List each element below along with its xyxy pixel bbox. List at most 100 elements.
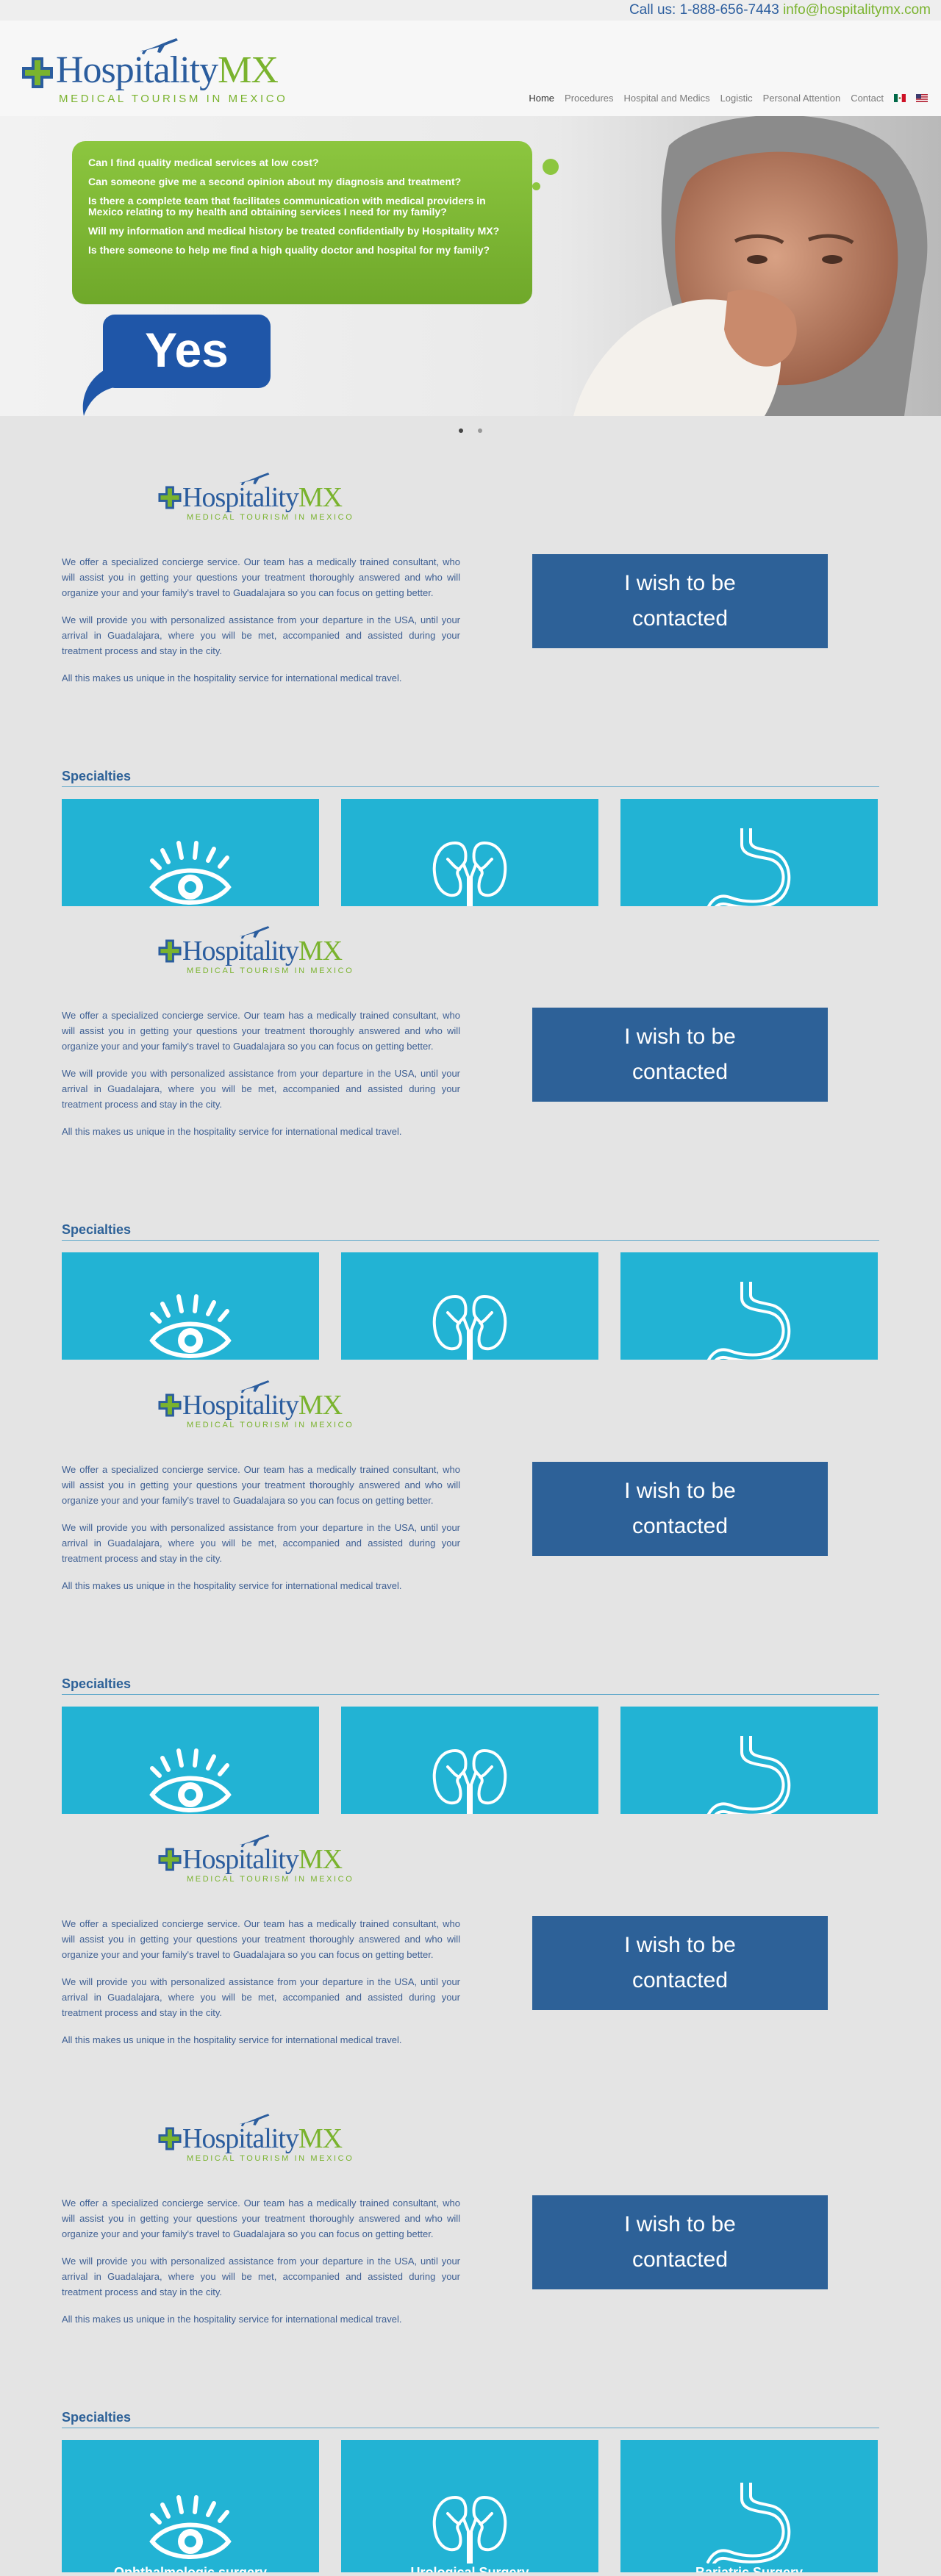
logo-tagline: MEDICAL TOURISM IN MEXICO	[187, 966, 354, 975]
main-nav: Home Procedures Hospital and Medics Logi…	[529, 93, 928, 104]
specialty-tile[interactable]: Bariatric Surgery	[620, 2440, 878, 2572]
logo-tagline: MEDICAL TOURISM IN MEXICO	[187, 513, 354, 522]
logo-wordmark: HospitalityMX	[182, 482, 343, 513]
specialties-title: Specialties	[62, 1676, 132, 1691]
intro-paragraph: All this makes us unique in the hospital…	[62, 1580, 402, 1591]
specialty-tile[interactable]	[620, 1707, 878, 1814]
cta-line: contacted	[631, 606, 729, 631]
intro-text: We offer a specialized concierge service…	[62, 2195, 460, 2339]
nav-hospital-medics[interactable]: Hospital and Medics	[624, 93, 710, 104]
logo-name: Hospitality	[182, 936, 299, 966]
logo-suffix: MX	[298, 2123, 343, 2154]
logo-suffix: MX	[298, 482, 343, 513]
contact-request-button[interactable]: I wish to be contacted	[532, 554, 828, 648]
eye-icon	[149, 2495, 232, 2559]
site-logo[interactable]: HospitalityMX MEDICAL TOURISM IN MEXICO	[21, 31, 293, 112]
mexico-flag-icon[interactable]	[894, 94, 906, 102]
cta-line: contacted	[631, 1968, 729, 1992]
cta-line: I wish to be	[624, 1933, 736, 1957]
medical-cross-icon	[158, 486, 182, 509]
questions-bubble: Can I find quality medical services at l…	[72, 141, 532, 304]
kidney-icon	[432, 1748, 507, 1814]
specialty-tile[interactable]	[341, 1707, 598, 1814]
intro-paragraph: We will provide you with personalized as…	[62, 2256, 460, 2297]
hero-question: Is there a complete team that facilitate…	[88, 195, 486, 218]
eye-icon	[149, 1748, 232, 1812]
intro-text: We offer a specialized concierge service…	[62, 1916, 460, 2059]
specialty-tile[interactable]	[341, 1252, 598, 1360]
specialty-tile[interactable]	[620, 799, 878, 906]
specialty-tile[interactable]	[62, 1707, 319, 1814]
intro-paragraph: We will provide you with personalized as…	[62, 614, 460, 656]
site-header: HospitalityMX MEDICAL TOURISM IN MEXICO …	[0, 21, 941, 116]
hero-slider: Can I find quality medical services at l…	[0, 116, 941, 416]
specialty-tile[interactable]	[62, 799, 319, 906]
intro-paragraph: All this makes us unique in the hospital…	[62, 672, 402, 684]
kidney-icon	[432, 2495, 507, 2564]
intro-paragraph: We will provide you with personalized as…	[62, 1976, 460, 2018]
logo-suffix: MX	[298, 1844, 343, 1875]
eye-icon	[149, 841, 232, 905]
intro-text: We offer a specialized concierge service…	[62, 1462, 460, 1605]
slider-dot[interactable]	[459, 428, 463, 433]
medical-cross-icon	[158, 939, 182, 963]
section-logo[interactable]: HospitalityMX MEDICAL TOURISM IN MEXICO	[157, 2112, 371, 2164]
contact-request-button[interactable]: I wish to be contacted	[532, 1008, 828, 1102]
specialties-title: Specialties	[62, 1222, 132, 1237]
hero-question: Will my information and medical history …	[88, 225, 500, 237]
nav-procedures[interactable]: Procedures	[565, 93, 613, 104]
intro-paragraph: We offer a specialized concierge service…	[62, 1010, 460, 1052]
specialty-tile[interactable]: Urological Surgery	[341, 2440, 598, 2572]
stomach-icon	[706, 1736, 791, 1814]
logo-name: Hospitality	[182, 2123, 299, 2154]
contact-request-button[interactable]: I wish to be contacted	[532, 1462, 828, 1556]
cta-line: I wish to be	[624, 1479, 736, 1503]
cta-line: I wish to be	[624, 2212, 736, 2236]
intro-paragraph: All this makes us unique in the hospital…	[62, 2314, 402, 2325]
medical-cross-icon	[22, 57, 53, 88]
logo-wordmark: HospitalityMX	[182, 1390, 343, 1421]
intro-paragraph: We offer a specialized concierge service…	[62, 556, 460, 598]
stomach-icon	[706, 1282, 791, 1360]
nav-personal-attention[interactable]: Personal Attention	[763, 93, 841, 104]
cta-line: I wish to be	[624, 571, 736, 595]
section-logo[interactable]: HospitalityMX MEDICAL TOURISM IN MEXICO	[157, 1378, 371, 1431]
cta-line: contacted	[631, 1514, 729, 1538]
specialty-tile[interactable]	[62, 1252, 319, 1360]
logo-name: Hospitality	[182, 1390, 299, 1421]
section-logo[interactable]: HospitalityMX MEDICAL TOURISM IN MEXICO	[157, 924, 371, 977]
section-logo[interactable]: HospitalityMX MEDICAL TOURISM IN MEXICO	[157, 1832, 371, 1885]
logo-wordmark: HospitalityMX	[56, 49, 279, 91]
specialties-divider	[62, 1694, 879, 1695]
slider-dot[interactable]	[478, 428, 482, 433]
phone-link[interactable]: Call us: 1-888-656-7443	[629, 2, 779, 18]
logo-name: Hospitality	[182, 482, 299, 513]
contact-request-button[interactable]: I wish to be contacted	[532, 2195, 828, 2289]
specialties-title: Specialties	[62, 2410, 132, 2425]
top-contact-bar: Call us: 1-888-656-7443 info@hospitality…	[0, 0, 941, 21]
nav-contact[interactable]: Contact	[851, 93, 884, 104]
medical-cross-icon	[158, 1393, 182, 1417]
logo-tagline: MEDICAL TOURISM IN MEXICO	[187, 2154, 354, 2163]
specialties-title: Specialties	[62, 769, 132, 783]
specialty-tile[interactable]: Ophthalmologic surgery	[62, 2440, 319, 2572]
kidney-icon	[432, 841, 507, 906]
intro-text: We offer a specialized concierge service…	[62, 1008, 460, 1151]
nav-logistic[interactable]: Logistic	[720, 93, 753, 104]
logo-tagline: MEDICAL TOURISM IN MEXICO	[59, 93, 288, 105]
specialty-tile[interactable]	[341, 799, 598, 906]
intro-paragraph: We offer a specialized concierge service…	[62, 1918, 460, 1960]
stomach-icon	[706, 828, 791, 906]
specialty-label: Bariatric Surgery	[695, 2565, 804, 2572]
email-link[interactable]: info@hospitalitymx.com	[783, 2, 931, 18]
hero-question: Can someone give me a second opinion abo…	[88, 176, 462, 187]
section-logo[interactable]: HospitalityMX MEDICAL TOURISM IN MEXICO	[157, 470, 371, 523]
eye-icon	[149, 1294, 232, 1358]
specialty-tile[interactable]	[620, 1252, 878, 1360]
logo-name: Hospitality	[56, 49, 218, 91]
usa-flag-icon[interactable]	[916, 94, 928, 102]
slider-pagination	[0, 423, 941, 437]
nav-home[interactable]: Home	[529, 93, 554, 104]
specialties-divider	[62, 786, 879, 787]
contact-request-button[interactable]: I wish to be contacted	[532, 1916, 828, 2010]
